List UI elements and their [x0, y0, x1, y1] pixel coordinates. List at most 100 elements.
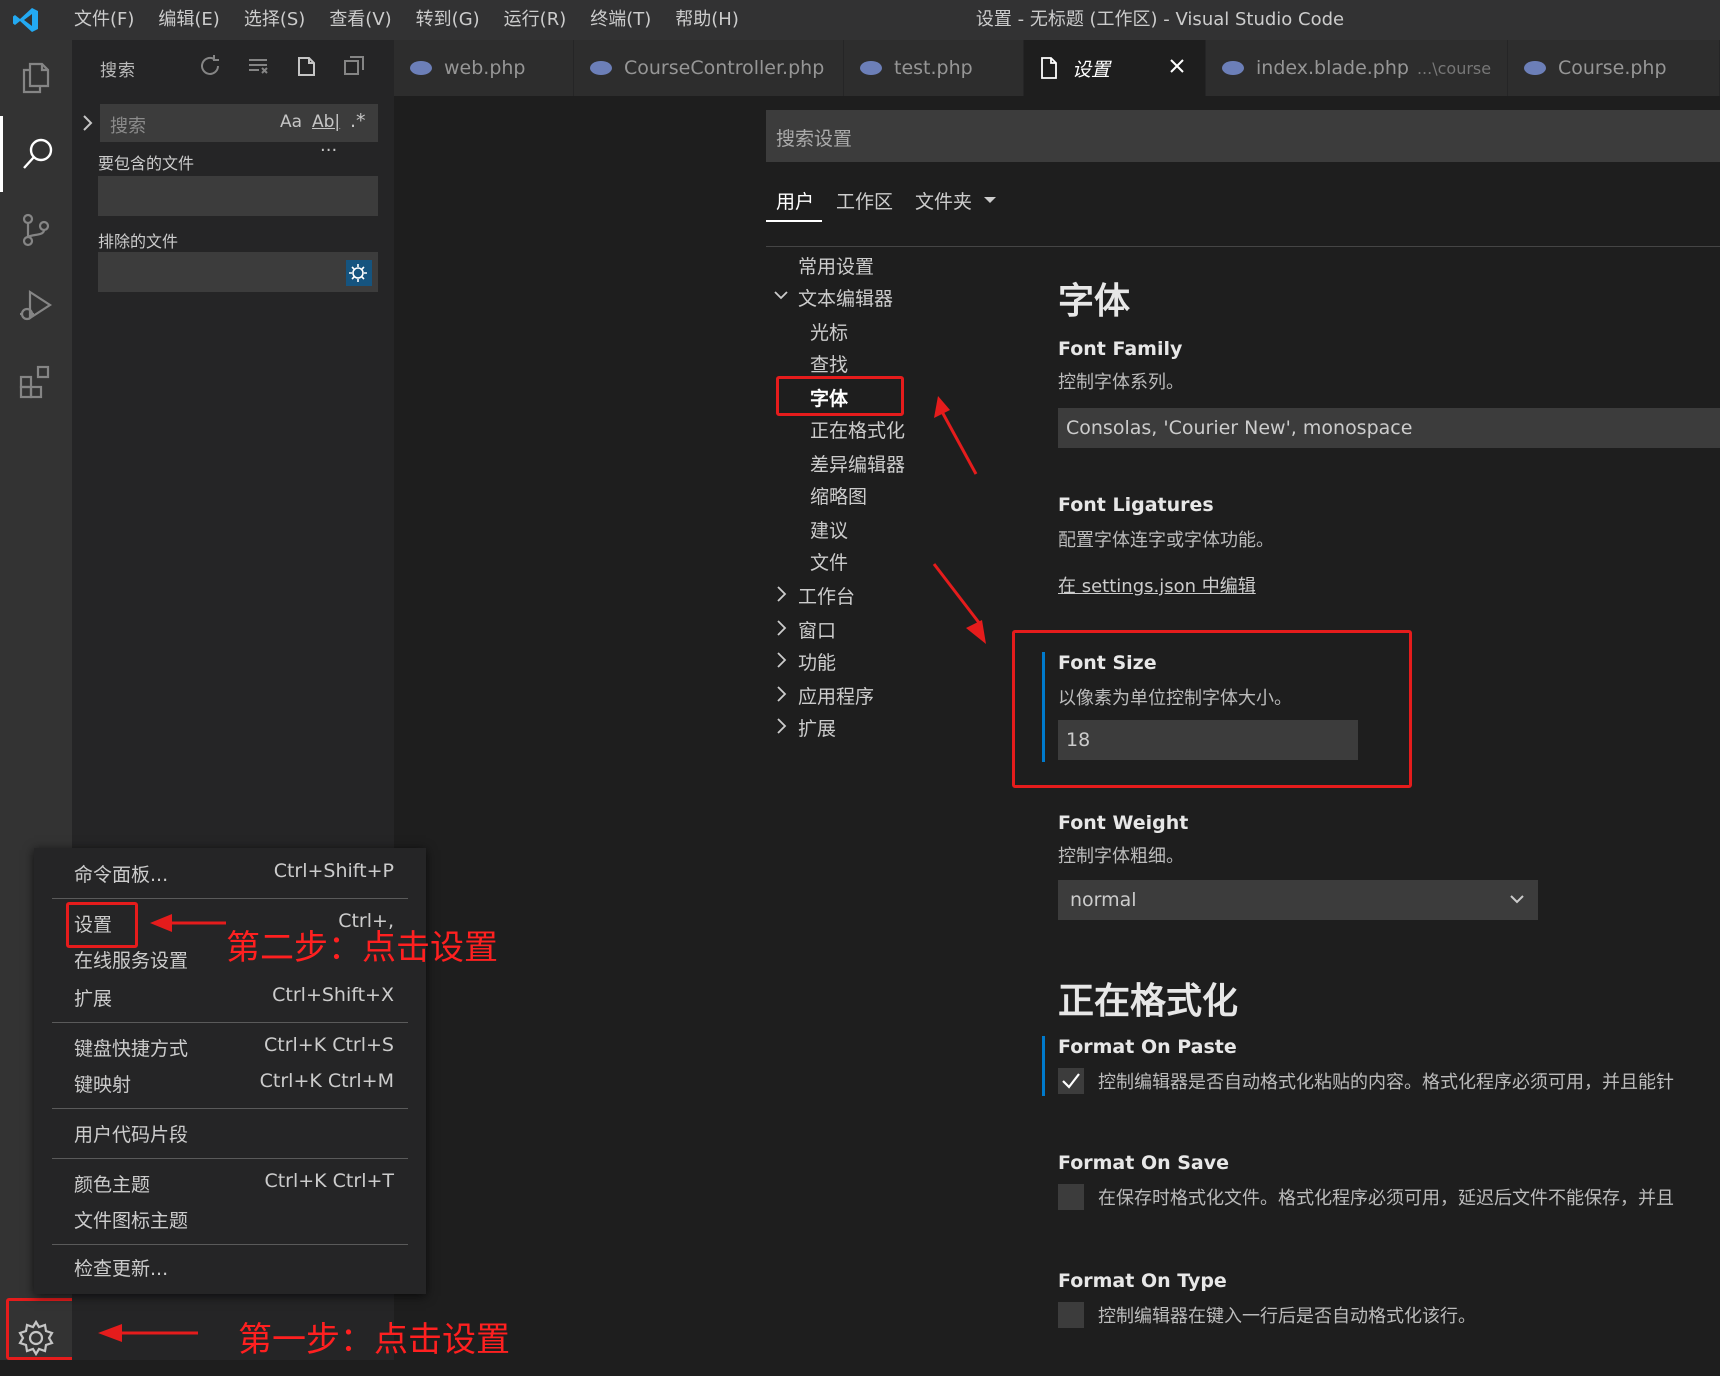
font-weight-value: normal	[1070, 889, 1137, 911]
tab-index-blade-php[interactable]: index.blade.php ...\course	[1206, 40, 1508, 96]
tab-label: CourseController.php	[624, 57, 825, 79]
window-title: 设置 - 无标题 (工作区) - Visual Studio Code	[975, 9, 1345, 30]
tab-settings[interactable]: 设置	[1024, 40, 1206, 96]
menu-edit[interactable]: 编辑(E)	[146, 0, 231, 40]
tab-web-php[interactable]: web.php	[394, 40, 574, 96]
toc-item-features[interactable]: 功能	[798, 648, 836, 675]
modified-indicator	[1042, 1036, 1045, 1096]
setting-title-format-on-save: Format On Save	[1058, 1152, 1230, 1174]
menu-file[interactable]: 文件(F)	[62, 0, 146, 40]
collapse-all-icon[interactable]	[342, 54, 366, 78]
toc-item-suggestions[interactable]: 建议	[810, 516, 848, 543]
setting-desc-format-on-paste: 控制编辑器是否自动格式化粘贴的内容。格式化程序必须可用，并且能针	[1098, 1072, 1674, 1093]
php-file-icon	[1222, 61, 1244, 75]
menu-item-label: 扩展	[74, 988, 113, 1010]
font-family-input[interactable]: Consolas, 'Courier New', monospace	[1058, 408, 1720, 448]
scope-divider	[766, 246, 1720, 247]
menu-item-shortcut: Ctrl+K Ctrl+T	[264, 1170, 394, 1192]
toc-item-common[interactable]: 常用设置	[798, 252, 874, 279]
format-on-type-checkbox[interactable]	[1058, 1302, 1084, 1328]
php-file-icon	[410, 61, 432, 75]
explorer-button[interactable]	[0, 40, 72, 116]
include-files-input[interactable]	[98, 176, 378, 216]
step2-arrow	[150, 914, 226, 932]
regex-toggle[interactable]: .*	[350, 110, 366, 132]
menu-item-command-palette[interactable]: 命令面板... Ctrl+Shift+P	[74, 860, 394, 894]
php-file-icon	[1524, 61, 1546, 75]
settings-scope-tabs: 用户 工作区 文件夹	[766, 180, 998, 220]
tab-label: web.php	[444, 57, 526, 79]
step1-highlight	[6, 1298, 80, 1360]
more-options-icon[interactable]: ···	[320, 140, 337, 161]
tab-label: test.php	[894, 57, 973, 79]
toc-item-files[interactable]: 文件	[810, 548, 848, 575]
toc-item-formatting[interactable]: 正在格式化	[810, 416, 905, 443]
tab-course-php[interactable]: Course.php	[1508, 40, 1720, 96]
menu-item-user-snippets[interactable]: 用户代码片段	[74, 1120, 394, 1154]
setting-title-font-ligatures: Font Ligatures	[1058, 494, 1214, 516]
tab-test-php[interactable]: test.php	[844, 40, 1024, 96]
tab-label: Course.php	[1558, 57, 1667, 79]
setting-desc-format-on-type: 控制编辑器在键入一行后是否自动格式化该行。	[1098, 1306, 1476, 1327]
toc-item-window[interactable]: 窗口	[798, 616, 836, 643]
scope-tab-user[interactable]: 用户	[776, 187, 814, 214]
toc-item-application[interactable]: 应用程序	[798, 682, 874, 709]
menu-run[interactable]: 运行(R)	[492, 0, 579, 40]
menu-item-shortcut: Ctrl+K Ctrl+M	[259, 1070, 394, 1092]
format-on-save-checkbox[interactable]	[1058, 1184, 1084, 1210]
use-exclude-settings-icon[interactable]	[346, 260, 372, 286]
search-input[interactable]: 搜索 Aa Ab| .*	[100, 104, 378, 142]
menu-separator	[52, 1108, 408, 1109]
clear-results-icon[interactable]	[246, 54, 270, 78]
toc-item-extensions[interactable]: 扩展	[798, 714, 836, 741]
search-input-placeholder: 搜索	[110, 116, 146, 137]
search-view-button[interactable]	[0, 116, 72, 192]
setting-desc-font-family: 控制字体系列。	[1058, 372, 1184, 393]
format-on-paste-checkbox[interactable]	[1058, 1068, 1084, 1094]
active-scope-underline	[766, 220, 822, 222]
toc-item-find[interactable]: 查找	[810, 350, 848, 377]
menu-terminal[interactable]: 终端(T)	[578, 0, 663, 40]
run-debug-button[interactable]	[0, 268, 72, 344]
whole-word-toggle[interactable]: Ab|	[312, 112, 340, 132]
menu-help[interactable]: 帮助(H)	[663, 0, 751, 40]
match-case-toggle[interactable]: Aa	[280, 112, 302, 132]
close-icon[interactable]	[1167, 56, 1187, 76]
scope-tab-folder[interactable]: 文件夹	[915, 187, 972, 214]
menu-item-extensions[interactable]: 扩展 Ctrl+Shift+X	[74, 984, 394, 1018]
exclude-files-input[interactable]	[98, 252, 378, 292]
menu-go[interactable]: 转到(G)	[404, 0, 492, 40]
toc-item-cursor[interactable]: 光标	[810, 318, 848, 345]
font-weight-select[interactable]: normal	[1058, 880, 1538, 920]
chevron-right-icon	[772, 584, 790, 604]
menu-bar: 文件(F) 编辑(E) 选择(S) 查看(V) 转到(G) 运行(R) 终端(T…	[62, 0, 751, 40]
menu-item-keyboard-shortcuts[interactable]: 键盘快捷方式 Ctrl+K Ctrl+S	[74, 1034, 394, 1068]
checkmark-icon	[1062, 1073, 1080, 1089]
settings-search-input[interactable]: 搜索设置	[766, 110, 1720, 162]
toggle-replace-chevron-icon[interactable]	[80, 112, 96, 134]
editor-tab-bar: web.php CourseController.php test.php 设置…	[394, 40, 1720, 96]
menu-view[interactable]: 查看(V)	[317, 0, 403, 40]
scope-tab-workspace[interactable]: 工作区	[836, 187, 893, 214]
menu-item-file-icon-theme[interactable]: 文件图标主题	[74, 1206, 394, 1240]
new-search-editor-icon[interactable]	[294, 54, 318, 78]
run-debug-icon	[18, 288, 54, 324]
toc-item-minimap[interactable]: 缩略图	[810, 482, 867, 509]
menu-separator	[52, 898, 408, 899]
menu-item-check-updates[interactable]: 检查更新...	[74, 1254, 394, 1288]
include-files-label: 要包含的文件	[98, 154, 195, 173]
refresh-icon[interactable]	[198, 54, 222, 78]
menu-item-keymaps[interactable]: 键映射 Ctrl+K Ctrl+M	[74, 1070, 394, 1104]
edit-in-settings-json-link[interactable]: 在 settings.json 中编辑	[1058, 572, 1256, 598]
toc-item-workbench[interactable]: 工作台	[798, 582, 855, 609]
menu-item-color-theme[interactable]: 颜色主题 Ctrl+K Ctrl+T	[74, 1170, 394, 1204]
toc-item-text-editor[interactable]: 文本编辑器	[798, 284, 893, 311]
source-control-button[interactable]	[0, 192, 72, 268]
folder-dropdown-icon[interactable]	[982, 195, 998, 205]
extensions-button[interactable]	[0, 344, 72, 420]
setting-title-format-on-paste: Format On Paste	[1058, 1036, 1237, 1058]
menu-selection[interactable]: 选择(S)	[232, 0, 317, 40]
tab-coursecontroller-php[interactable]: CourseController.php	[574, 40, 844, 96]
toc-item-diff-editor[interactable]: 差异编辑器	[810, 450, 905, 477]
menu-separator	[52, 1158, 408, 1159]
